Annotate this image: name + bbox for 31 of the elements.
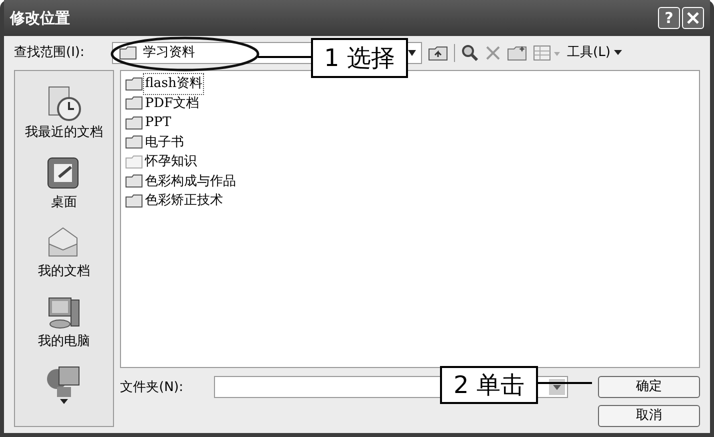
folder-name: 电子书 bbox=[144, 134, 185, 152]
help-button[interactable]: ? bbox=[658, 7, 680, 29]
look-in-label: 查找范围(I): bbox=[14, 44, 86, 62]
window-title: 修改位置 bbox=[10, 8, 71, 29]
folder-field-label: 文件夹(N): bbox=[120, 379, 184, 397]
dialog-button[interactable]: 确定 bbox=[598, 376, 700, 398]
places-item[interactable]: 我的电脑 bbox=[38, 294, 90, 351]
places-item[interactable]: 我最近的文档 bbox=[25, 85, 103, 142]
folder-item[interactable]: 怀孕知识 bbox=[125, 152, 699, 172]
folder-item[interactable]: PPT bbox=[125, 113, 699, 132]
callout-tooltip: 2 单击 bbox=[440, 366, 538, 404]
places-label: 我最近的文档 bbox=[25, 124, 103, 142]
folder-item[interactable]: PDF文档 bbox=[125, 94, 699, 113]
dialog-button[interactable]: 取消 bbox=[598, 405, 700, 427]
folder-name: PPT bbox=[144, 114, 172, 132]
look-in-value: 学习资料 bbox=[143, 44, 195, 62]
callout-tooltip: 1 选择 bbox=[311, 38, 408, 78]
places-label: 我的文档 bbox=[38, 263, 90, 281]
folder-name: 怀孕知识 bbox=[144, 153, 198, 171]
folder-item[interactable]: 电子书 bbox=[125, 132, 699, 152]
places-item[interactable]: 桌面 bbox=[45, 154, 83, 212]
places-item[interactable]: 我的文档 bbox=[38, 224, 90, 282]
folder-name: 色彩矫正技术 bbox=[144, 192, 224, 210]
folder-name: flash资料 bbox=[144, 74, 204, 94]
folder-name: PDF文档 bbox=[144, 94, 200, 112]
tools-menu[interactable]: 工具(L) bbox=[567, 43, 622, 63]
places-label: 桌面 bbox=[51, 194, 77, 212]
folder-name: 色彩构成与作品 bbox=[144, 172, 237, 190]
places-label: 我的电脑 bbox=[38, 332, 90, 350]
folder-item[interactable]: 色彩矫正技术 bbox=[125, 191, 699, 210]
folder-item[interactable]: 色彩构成与作品 bbox=[125, 172, 699, 191]
